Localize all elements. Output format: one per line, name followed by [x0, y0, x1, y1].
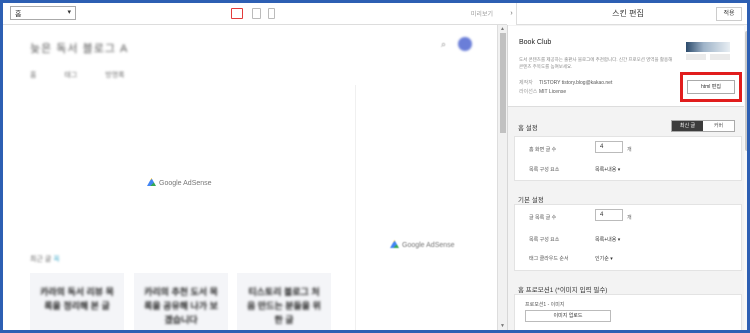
skin-description: 도서 콘텐츠를 제공하는 출판사 블로그에 추천합니다. 신간 프로모션 영역을… [519, 57, 673, 69]
preview-link[interactable]: 미리보기 [471, 9, 493, 18]
adsense-logo-icon [147, 178, 156, 186]
basic-settings-title: 기본 설정 [518, 197, 544, 204]
html-edit-highlight: html 편집 [680, 72, 742, 102]
toggle-latest[interactable]: 최신 글 [672, 121, 703, 131]
scrollbar-thumb[interactable] [745, 31, 747, 151]
list-element-select[interactable]: 목록+내용 ▾ [595, 236, 620, 243]
field-label: 프로모션1 - 이미지 [525, 302, 565, 308]
preview-pane: 홈 ▾ 미리보기 늦은 독서 블로그 A ⌕ 홈 태그 방명록 Google A… [3, 3, 507, 330]
scroll-down-icon[interactable]: ▼ [500, 323, 505, 329]
field-label: 글 목록 글 수 [529, 215, 557, 221]
post-card-title: 티스토리 블로그 처음 만드는 분들을 위한 글 [247, 287, 321, 325]
post-card[interactable]: 티스토리 블로그 처음 만드는 분들을 위한 글 [237, 273, 331, 330]
preview-scrollbar[interactable]: ▲ ▼ [497, 25, 507, 330]
panel-scrollbar[interactable] [744, 25, 747, 330]
ad-main[interactable]: Google AdSense [30, 91, 343, 256]
mobile-icon[interactable] [268, 8, 275, 19]
html-edit-button[interactable]: html 편집 [687, 80, 735, 94]
desktop-icon[interactable] [231, 8, 243, 19]
field-label: 홈 화면 글 수 [529, 147, 557, 153]
skin-license: 라이선스 MIT License [519, 89, 567, 95]
toggle-cover[interactable]: 커버 [703, 121, 734, 131]
scroll-up-icon[interactable]: ▲ [500, 26, 505, 32]
image-upload-button[interactable]: 이미지 업로드 [525, 310, 611, 322]
ad-label: Google AdSense [390, 240, 455, 249]
home-settings-title: 홈 설정 [518, 125, 538, 132]
post-card[interactable]: 카라의 독서 리뷰 목록을 정리해 본 글 [30, 273, 124, 330]
section-title: 최근 글 꼭 [30, 256, 60, 263]
menu-item-guestbook[interactable]: 방명록 [105, 72, 124, 79]
skin-author: 제작자 TISTORY tistory.blog@kakao.net [519, 80, 613, 86]
post-card[interactable]: 카리의 추천 도서 목록을 공유해 나가 보겠습니다 [134, 273, 228, 330]
tablet-icon[interactable] [252, 8, 261, 19]
field-label: 목록 구성 요소 [529, 237, 560, 243]
blog-title[interactable]: 늦은 독서 블로그 A [30, 40, 128, 56]
home-layout-toggle: 최신 글 커버 [671, 120, 735, 132]
page-select-value: 홈 [15, 11, 22, 18]
post-card-title: 카리의 추천 도서 목록을 공유해 나가 보겠습니다 [144, 287, 218, 325]
avatar[interactable] [458, 37, 472, 51]
apply-button[interactable]: 적용 [716, 7, 742, 21]
field-label: 태그 클라우드 순서 [529, 256, 569, 262]
home-list-select[interactable]: 목록+내용 ▾ [595, 166, 620, 173]
field-label: 목록 구성 요소 [529, 167, 560, 173]
home-settings-card: 홈 화면 글 수 4 개 목록 구성 요소 목록+내용 ▾ [514, 136, 742, 181]
skin-thumbnail [680, 36, 736, 72]
list-post-count-input[interactable]: 4 [595, 209, 623, 221]
adsense-logo-icon [390, 240, 399, 248]
unit-label: 개 [627, 215, 632, 221]
app-window: 홈 ▾ 미리보기 늦은 독서 블로그 A ⌕ 홈 태그 방명록 Google A… [0, 0, 750, 333]
panel-title: 스킨 편집 [612, 9, 644, 18]
skin-info: Book Club 도서 콘텐츠를 제공하는 출판사 블로그에 추천합니다. 신… [508, 26, 747, 107]
settings-area: 홈 설정 최신 글 커버 홈 화면 글 수 4 개 목록 구성 요소 목록+내용… [508, 108, 747, 330]
ad-side[interactable]: Google AdSense [355, 85, 492, 330]
preview-toolbar: 홈 ▾ 미리보기 [3, 3, 507, 25]
page-select[interactable]: 홈 ▾ [10, 6, 76, 20]
ad-label: Google AdSense [147, 178, 212, 187]
post-card-title: 카라의 독서 리뷰 목록을 정리해 본 글 [40, 287, 114, 311]
blog-menu: 홈 태그 방명록 [30, 70, 151, 80]
home-post-count-input[interactable]: 4 [595, 141, 623, 153]
collapse-icon[interactable]: › [507, 3, 517, 25]
chevron-down-icon: ▾ [67, 9, 71, 16]
basic-settings-card: 글 목록 글 수 4 개 목록 구성 요소 목록+내용 ▾ 태그 클라우드 순서… [514, 204, 742, 271]
promo-settings-card: 프로모션1 - 이미지 이미지 업로드 [514, 294, 742, 330]
menu-item-tag[interactable]: 태그 [64, 72, 77, 79]
tag-order-select[interactable]: 인기순 ▾ [595, 255, 613, 262]
skin-edit-panel: 스킨 편집 적용 › Book Club 도서 콘텐츠를 제공하는 출판사 블로… [507, 3, 747, 330]
scrollbar-thumb[interactable] [500, 33, 506, 133]
panel-header: 스킨 편집 적용 [508, 3, 747, 25]
menu-item-home[interactable]: 홈 [30, 72, 36, 79]
blog-preview: 늦은 독서 블로그 A ⌕ 홈 태그 방명록 Google AdSense Go… [3, 25, 497, 330]
promo-settings-title: 홈 프로모션1 (*이미지 입력 필수) [518, 287, 608, 294]
search-icon[interactable]: ⌕ [441, 39, 446, 50]
unit-label: 개 [627, 147, 632, 153]
skin-name: Book Club [519, 39, 552, 46]
